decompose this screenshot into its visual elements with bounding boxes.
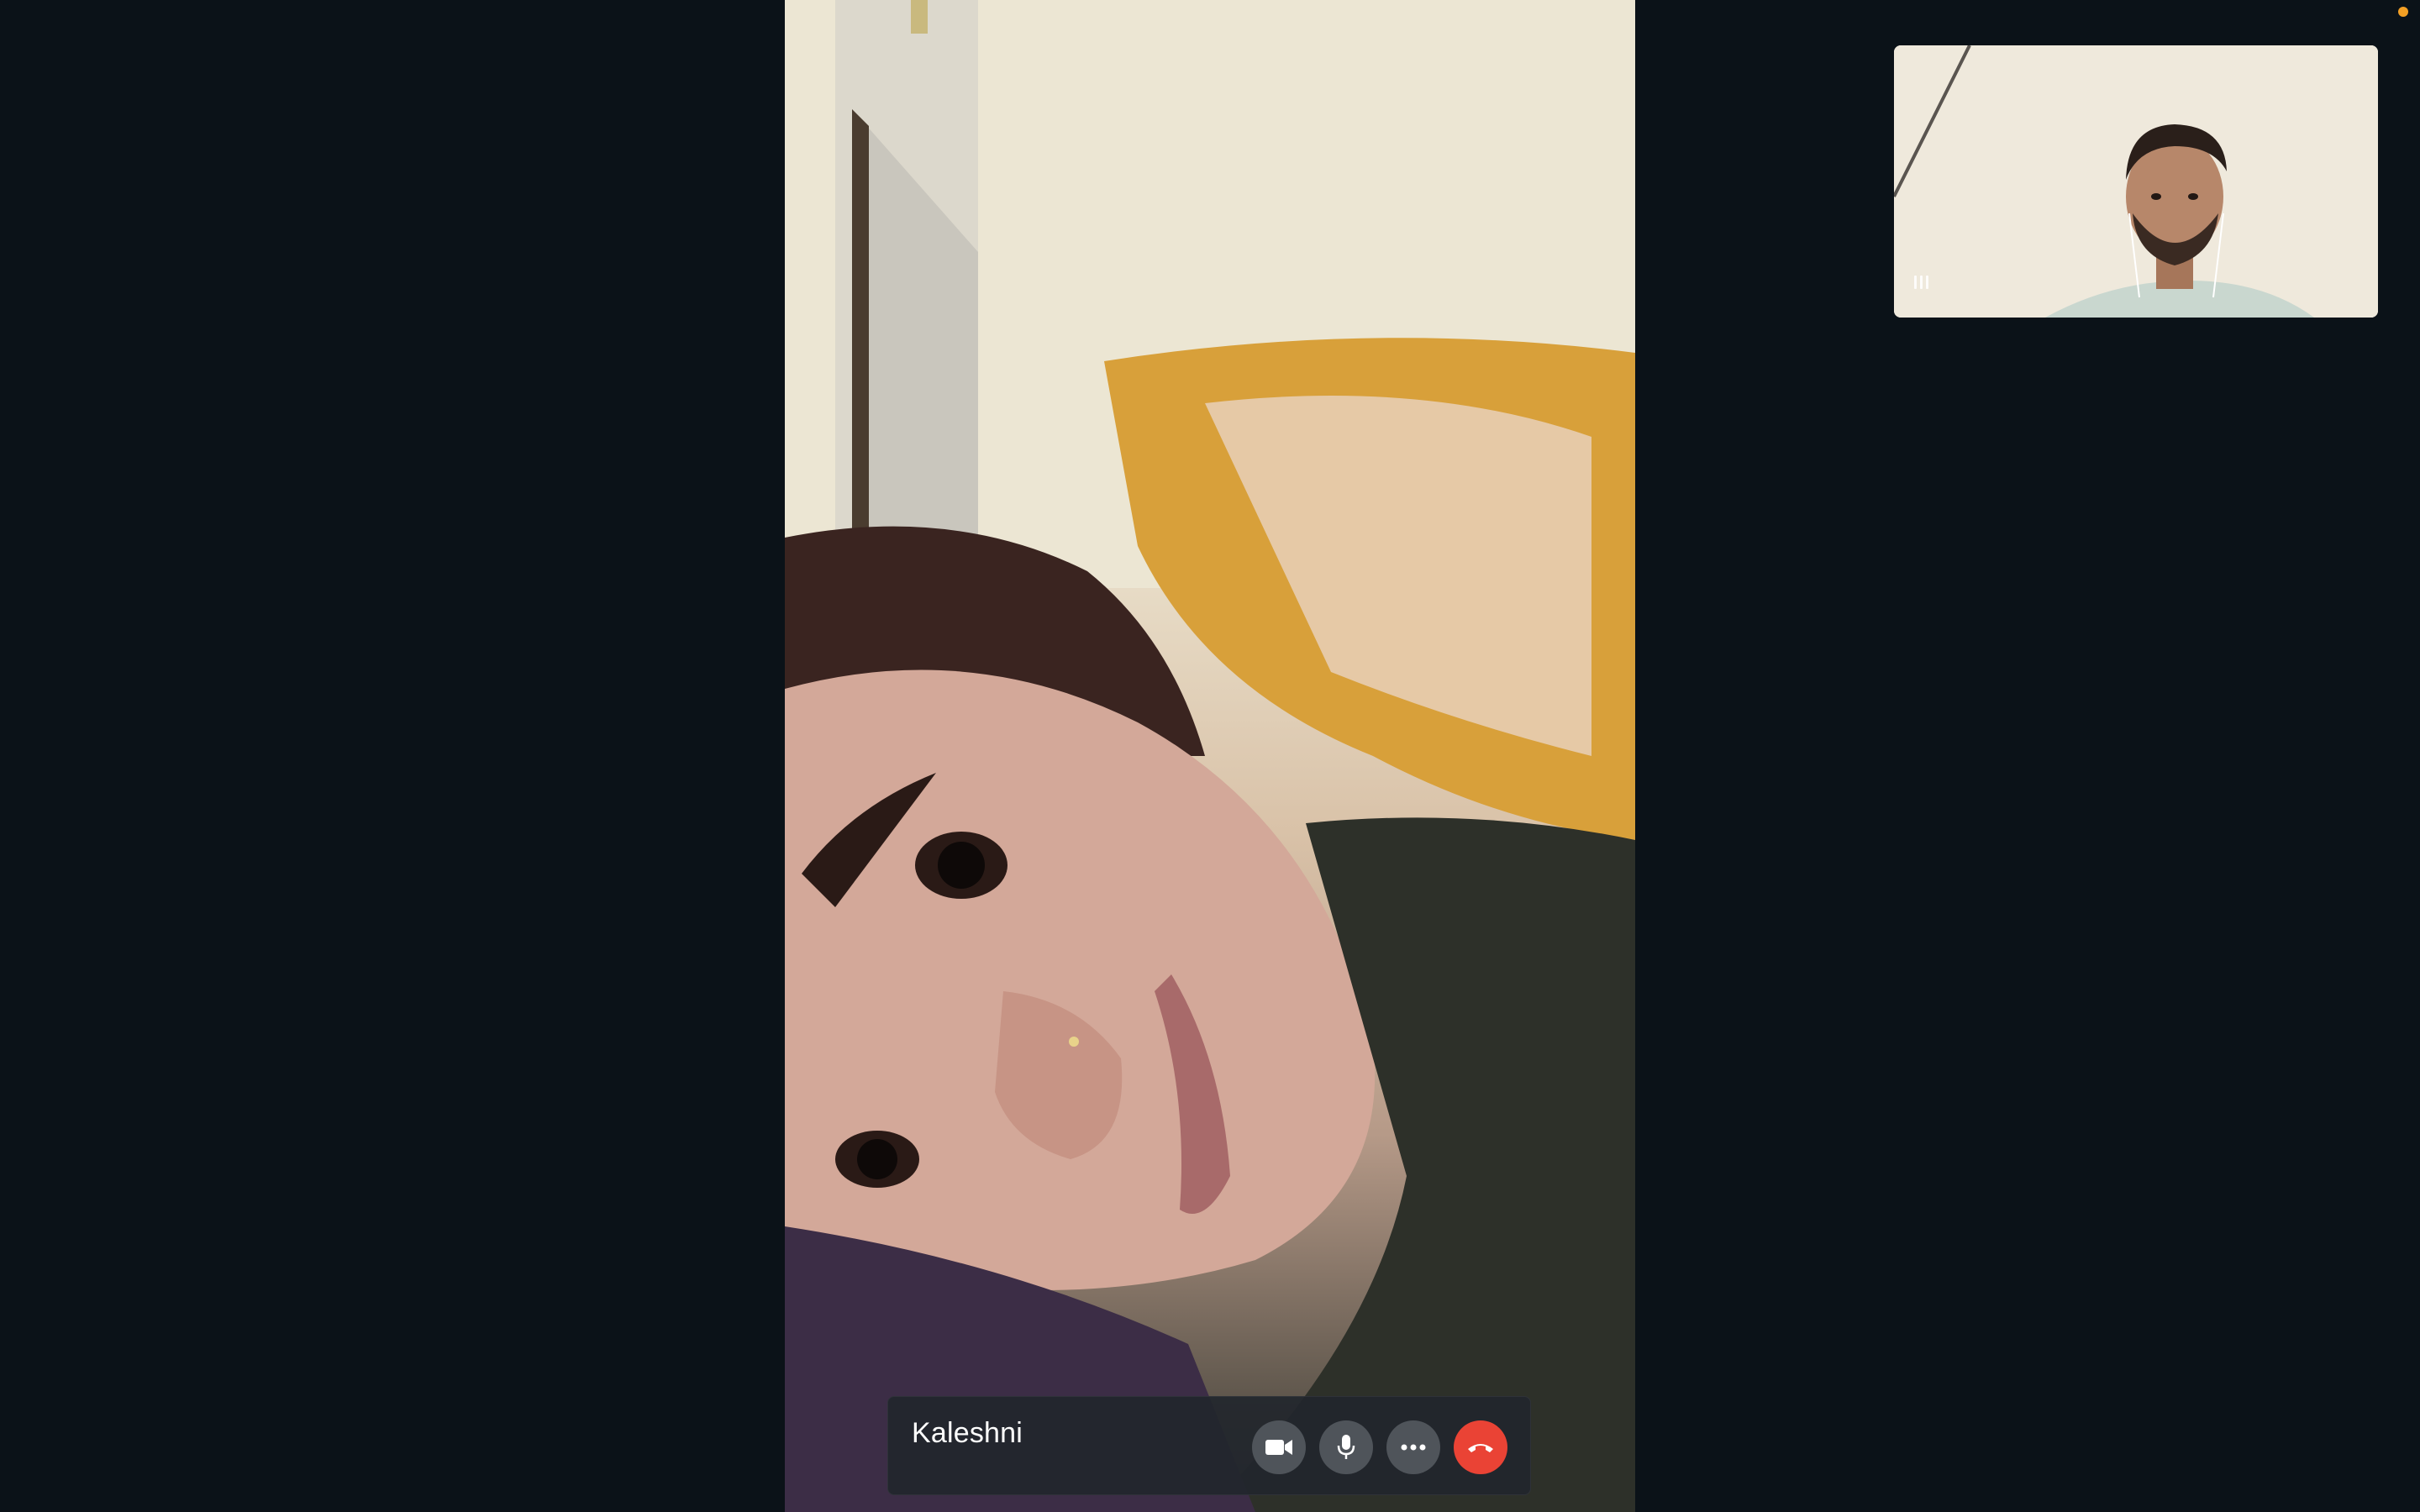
microphone-toggle-button[interactable] — [1319, 1420, 1373, 1474]
more-options-icon — [1401, 1444, 1426, 1451]
self-video-feed — [1894, 45, 2378, 318]
video-camera-icon — [1265, 1440, 1292, 1455]
end-call-icon — [1468, 1444, 1493, 1452]
remote-video-tile[interactable] — [785, 0, 1635, 1512]
end-call-button[interactable] — [1454, 1420, 1507, 1474]
remote-video-feed — [785, 0, 1635, 1512]
video-call-window: Kaleshni — [0, 0, 2420, 1512]
recording-status-dot — [2398, 7, 2408, 17]
self-view-tile[interactable] — [1894, 45, 2378, 318]
participant-name: Kaleshni — [912, 1417, 1023, 1449]
more-options-button[interactable] — [1386, 1420, 1440, 1474]
camera-toggle-button[interactable] — [1252, 1420, 1306, 1474]
audio-level-icon — [1914, 276, 1928, 289]
call-control-bar: Kaleshni — [887, 1396, 1531, 1495]
microphone-icon — [1337, 1435, 1355, 1459]
